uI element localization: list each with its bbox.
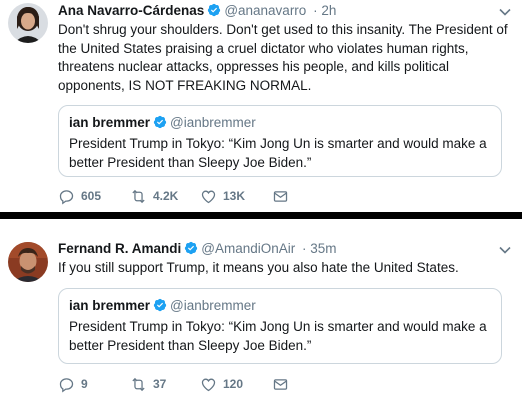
message-icon xyxy=(273,190,288,202)
avatar[interactable] xyxy=(8,242,48,282)
author-name[interactable]: Ana Navarro-Cárdenas xyxy=(58,3,204,18)
divider xyxy=(0,212,522,219)
tweet-text: Don't shrug your shoulders. Don't get us… xyxy=(58,22,508,93)
retweet-count: 4.2K xyxy=(153,189,179,203)
reply-icon xyxy=(59,189,74,204)
like-count: 120 xyxy=(223,377,244,391)
message-icon xyxy=(273,378,288,390)
avatar[interactable] xyxy=(8,3,48,43)
reply-button[interactable]: 605 xyxy=(58,188,130,205)
quoted-author-name: ian bremmer xyxy=(69,115,151,130)
reply-button[interactable]: 9 xyxy=(58,376,130,393)
retweet-icon xyxy=(132,189,145,203)
verified-badge-icon xyxy=(153,115,167,129)
verified-badge-icon xyxy=(208,3,221,17)
timestamp[interactable]: · 2h xyxy=(313,3,336,18)
like-icon xyxy=(201,378,216,391)
retweet-icon xyxy=(132,377,145,391)
like-button[interactable]: 120 xyxy=(200,376,272,393)
quoted-tweet[interactable]: ian bremmer @ianbremmer President Trump i… xyxy=(58,105,502,177)
tweet: Ana Navarro-Cárdenas @ananavarro · 2h Don… xyxy=(0,0,522,213)
like-button[interactable]: 13K xyxy=(200,188,272,205)
retweet-button[interactable]: 37 xyxy=(130,376,200,393)
author-handle[interactable]: @AmandiOnAir xyxy=(201,241,295,256)
quoted-author-name: ian bremmer xyxy=(69,298,151,313)
direct-message-button[interactable] xyxy=(272,376,289,393)
chevron-down-icon[interactable] xyxy=(498,5,512,19)
verified-badge-icon xyxy=(153,298,167,312)
quoted-tweet-header: ian bremmer @ianbremmer xyxy=(69,114,491,132)
quoted-tweet[interactable]: ian bremmer @ianbremmer President Trump i… xyxy=(58,288,502,364)
reply-count: 9 xyxy=(81,377,88,391)
quoted-tweet-text: President Trump in Tokyo: “Kim Jong Un i… xyxy=(69,319,487,353)
tweet-actions: 9 37 120 xyxy=(58,374,289,394)
retweet-count: 37 xyxy=(153,377,167,391)
direct-message-button[interactable] xyxy=(272,188,289,205)
quoted-tweet-text: President Trump in Tokyo: “Kim Jong Un i… xyxy=(69,136,487,170)
reply-icon xyxy=(59,377,74,392)
reply-count: 605 xyxy=(81,189,102,203)
tweet-header: Ana Navarro-Cárdenas @ananavarro · 2h xyxy=(58,2,336,20)
verified-badge-icon xyxy=(185,241,198,255)
like-count: 13K xyxy=(223,189,246,203)
timestamp[interactable]: · 35m xyxy=(302,241,337,256)
quoted-author-handle: @ianbremmer xyxy=(170,115,256,130)
tweet-actions: 605 4.2K 13K xyxy=(58,186,289,206)
author-handle[interactable]: @ananavarro xyxy=(224,3,306,18)
quoted-tweet-header: ian bremmer @ianbremmer xyxy=(69,297,491,315)
like-icon xyxy=(201,190,216,203)
tweet-header: Fernand R. Amandi @AmandiOnAir · 35m xyxy=(58,240,337,258)
quoted-author-handle: @ianbremmer xyxy=(170,298,256,313)
author-name[interactable]: Fernand R. Amandi xyxy=(58,241,181,256)
chevron-down-icon[interactable] xyxy=(498,243,512,257)
tweet-text: If you still support Trump, it means you… xyxy=(58,260,459,275)
retweet-button[interactable]: 4.2K xyxy=(130,188,200,205)
